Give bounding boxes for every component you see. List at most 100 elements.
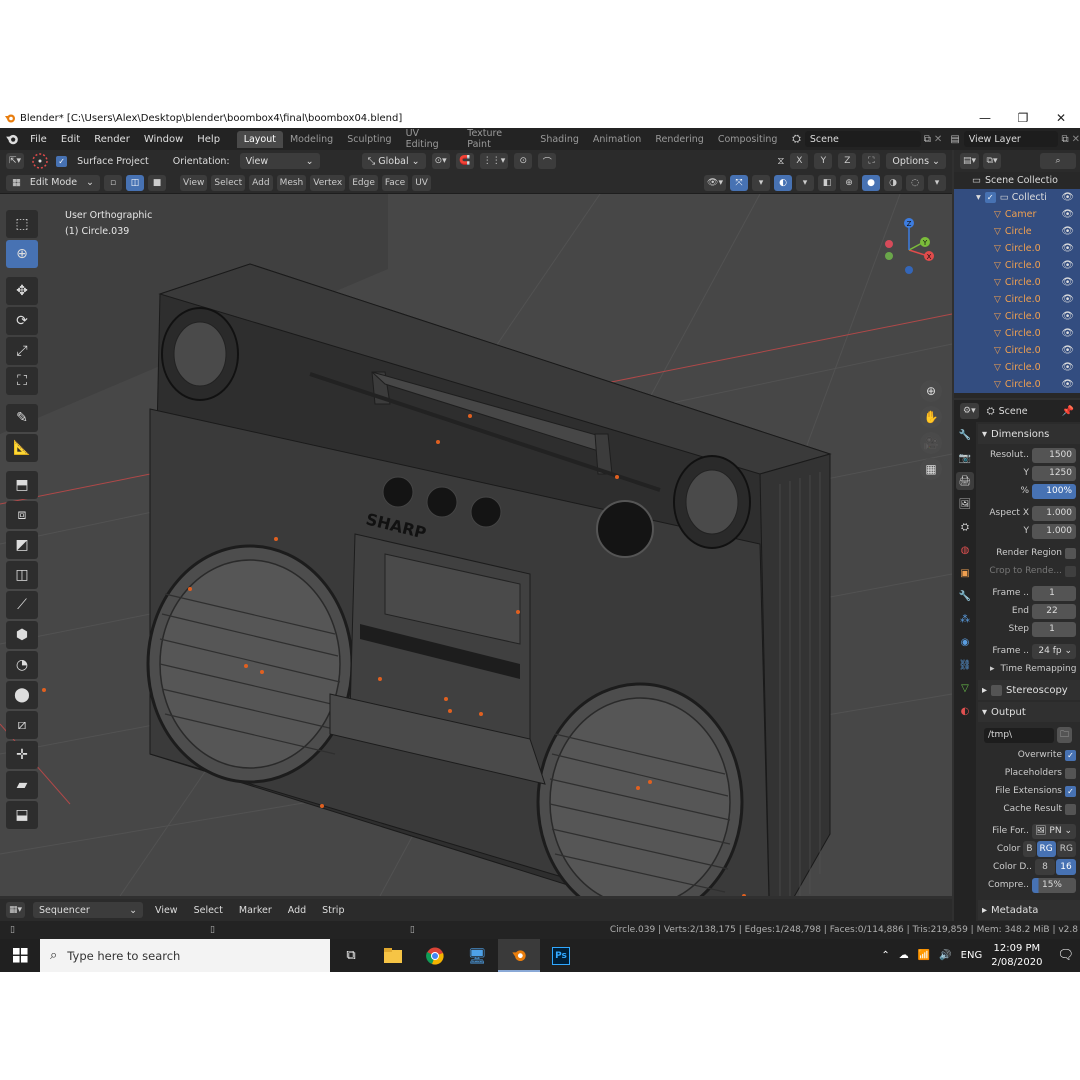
wireframe-shading-icon[interactable]: ⊕ xyxy=(840,174,858,191)
3d-viewport[interactable]: SHARP User Orthographic (1) Circle.039 ⬚… xyxy=(0,194,952,896)
menu-view[interactable]: View xyxy=(180,174,208,191)
edge-slide-tool[interactable]: ⧄ xyxy=(6,711,38,739)
visibility-icon[interactable]: 👁▾ xyxy=(704,174,726,191)
tab-sculpting[interactable]: Sculpting xyxy=(340,131,398,148)
tab-texture-paint[interactable]: Texture Paint xyxy=(460,125,533,153)
outliner-scene-collection[interactable]: ▭ Scene Collectio xyxy=(954,172,1080,189)
depth-8-option[interactable]: 8 xyxy=(1035,859,1055,875)
collection-checkbox[interactable]: ✓ xyxy=(984,192,996,203)
output-tab-icon[interactable]: 🖨 xyxy=(956,472,974,490)
onedrive-icon[interactable]: ☁ xyxy=(899,950,909,961)
aspect-y-field[interactable]: 1.000 xyxy=(1032,523,1076,539)
mirror-z-toggle[interactable]: Z xyxy=(838,153,857,169)
vertex-select-icon[interactable]: ▫ xyxy=(104,174,122,191)
outliner-item[interactable]: ▽ Circle.0 👁 xyxy=(954,274,1080,291)
overlay-toggle-icon[interactable]: ◐ xyxy=(774,174,792,191)
bevel-tool[interactable]: ◩ xyxy=(6,531,38,559)
mirror-x-toggle[interactable]: X xyxy=(790,153,809,169)
aspect-x-field[interactable]: 1.000 xyxy=(1032,505,1076,521)
overwrite-checkbox[interactable]: ✓ xyxy=(1065,749,1076,761)
render-tab-icon[interactable]: 📷 xyxy=(956,449,974,467)
eye-icon[interactable]: 👁 xyxy=(1061,362,1074,373)
properties-editor-icon[interactable]: ⚙▾ xyxy=(960,403,979,419)
menu-mesh[interactable]: Mesh xyxy=(276,174,307,191)
eye-icon[interactable]: 👁 xyxy=(1061,226,1074,237)
pivot-icon[interactable]: ⊙▾ xyxy=(431,153,450,169)
placeholders-checkbox[interactable] xyxy=(1065,767,1076,779)
time-remapping-row[interactable]: ▸ Time Remapping xyxy=(978,660,1080,678)
poly-build-tool[interactable]: ⬢ xyxy=(6,621,38,649)
seq-menu-view[interactable]: View xyxy=(151,905,182,916)
seq-menu-select[interactable]: Select xyxy=(190,905,227,916)
notifications-icon[interactable]: 🗨 xyxy=(1057,948,1074,963)
view-layer-tab-icon[interactable]: 🖼 xyxy=(956,495,974,513)
outliner-item[interactable]: ▽ Circle.0 👁 xyxy=(954,308,1080,325)
menu-face[interactable]: Face xyxy=(381,174,409,191)
photoshop-icon[interactable]: Ps xyxy=(540,939,582,972)
proportional-edit-icon[interactable]: ⊙ xyxy=(514,153,533,169)
eye-icon[interactable]: 👁 xyxy=(1061,209,1074,220)
inset-tool[interactable]: ⧈ xyxy=(6,501,38,529)
surface-project-checkbox[interactable]: ✓ xyxy=(56,155,68,167)
seq-menu-add[interactable]: Add xyxy=(284,905,310,916)
view-layer-icon[interactable]: ▤ xyxy=(950,134,959,145)
scale-tool[interactable]: ⤢ xyxy=(6,337,38,365)
transform-tool[interactable]: ⛶ xyxy=(6,367,38,395)
frame-step-field[interactable]: 1 xyxy=(1032,621,1076,637)
annotate-tool[interactable]: ✎ xyxy=(6,404,38,432)
menu-add[interactable]: Add xyxy=(249,174,273,191)
outliner-collection[interactable]: ▾ ✓ ▭ Collecti 👁 xyxy=(954,189,1080,206)
crop-checkbox[interactable] xyxy=(1065,565,1076,577)
tool-tab-icon[interactable]: 🔧 xyxy=(956,426,974,444)
tab-modeling[interactable]: Modeling xyxy=(283,131,340,148)
blender-menu-icon[interactable] xyxy=(0,128,23,150)
outliner-item[interactable]: ▽ Circle.0 👁 xyxy=(954,257,1080,274)
knife-tool[interactable]: ⟋ xyxy=(6,591,38,619)
remove-view-layer-icon[interactable]: ✕ xyxy=(1072,134,1080,145)
remove-scene-icon[interactable]: ✕ xyxy=(934,134,942,145)
transform-orientation-dropdown[interactable]: ⤡ Global ⌄ xyxy=(361,153,426,169)
pin-icon[interactable]: 📌 xyxy=(1062,406,1074,417)
display-mode-icon[interactable]: ⧉▾ xyxy=(983,153,1002,169)
dimensions-panel-header[interactable]: ▾ Dimensions xyxy=(978,424,1080,444)
seq-menu-marker[interactable]: Marker xyxy=(235,905,276,916)
search-icon[interactable]: ⌕ xyxy=(1040,153,1076,169)
file-explorer-icon[interactable] xyxy=(372,939,414,972)
tab-layout[interactable]: Layout xyxy=(236,130,283,148)
face-select-icon[interactable]: ■ xyxy=(148,174,166,191)
show-hidden-icons[interactable]: ⌃ xyxy=(881,950,889,961)
output-panel-header[interactable]: ▾ Output xyxy=(978,702,1080,722)
overlay-menu-icon[interactable]: ▾ xyxy=(796,174,814,191)
solid-shading-icon[interactable]: ● xyxy=(862,174,880,191)
color-bw-option[interactable]: B xyxy=(1023,841,1036,857)
resolution-percent-slider[interactable]: 100% xyxy=(1032,483,1076,499)
menu-render[interactable]: Render xyxy=(87,134,137,145)
tab-uv-editing[interactable]: UV Editing xyxy=(399,125,461,153)
scene-icon[interactable]: ⛭ xyxy=(792,132,801,146)
spin-tool[interactable]: ◔ xyxy=(6,651,38,679)
menu-vertex[interactable]: Vertex xyxy=(310,174,346,191)
view-layer-selector[interactable]: View Layer xyxy=(963,131,1059,147)
outliner-item[interactable]: ▽ Circle.0 👁 xyxy=(954,359,1080,376)
scene-tab-icon[interactable]: ⛭ xyxy=(956,518,974,536)
outliner-item[interactable]: ▽ Circle.0 👁 xyxy=(954,240,1080,257)
frame-start-field[interactable]: 1 xyxy=(1032,585,1076,601)
shading-menu-icon[interactable]: ▾ xyxy=(928,174,946,191)
minimize-button[interactable]: — xyxy=(966,111,1004,125)
data-tab-icon[interactable]: ▽ xyxy=(956,679,974,697)
eye-icon[interactable]: 👁 xyxy=(1061,192,1074,203)
metadata-panel-header[interactable]: ▸ Metadata xyxy=(978,900,1080,920)
seq-menu-strip[interactable]: Strip xyxy=(318,905,348,916)
mode-dropdown[interactable]: ▦ Edit Mode ⌄ xyxy=(6,174,100,191)
move-tool[interactable]: ✥ xyxy=(6,277,38,305)
windows-start-icon[interactable] xyxy=(0,939,40,972)
select-box-tool[interactable]: ⬚ xyxy=(6,210,38,238)
menu-window[interactable]: Window xyxy=(137,134,190,145)
menu-select[interactable]: Select xyxy=(211,174,246,191)
snap-icon[interactable]: 🧲 xyxy=(455,153,474,169)
transform-icon[interactable]: ⇱▾ xyxy=(6,153,25,169)
render-region-checkbox[interactable] xyxy=(1065,547,1076,559)
constraints-tab-icon[interactable]: ⛓ xyxy=(956,656,974,674)
options-dropdown[interactable]: Options ⌄ xyxy=(886,153,946,169)
menu-edge[interactable]: Edge xyxy=(349,174,378,191)
